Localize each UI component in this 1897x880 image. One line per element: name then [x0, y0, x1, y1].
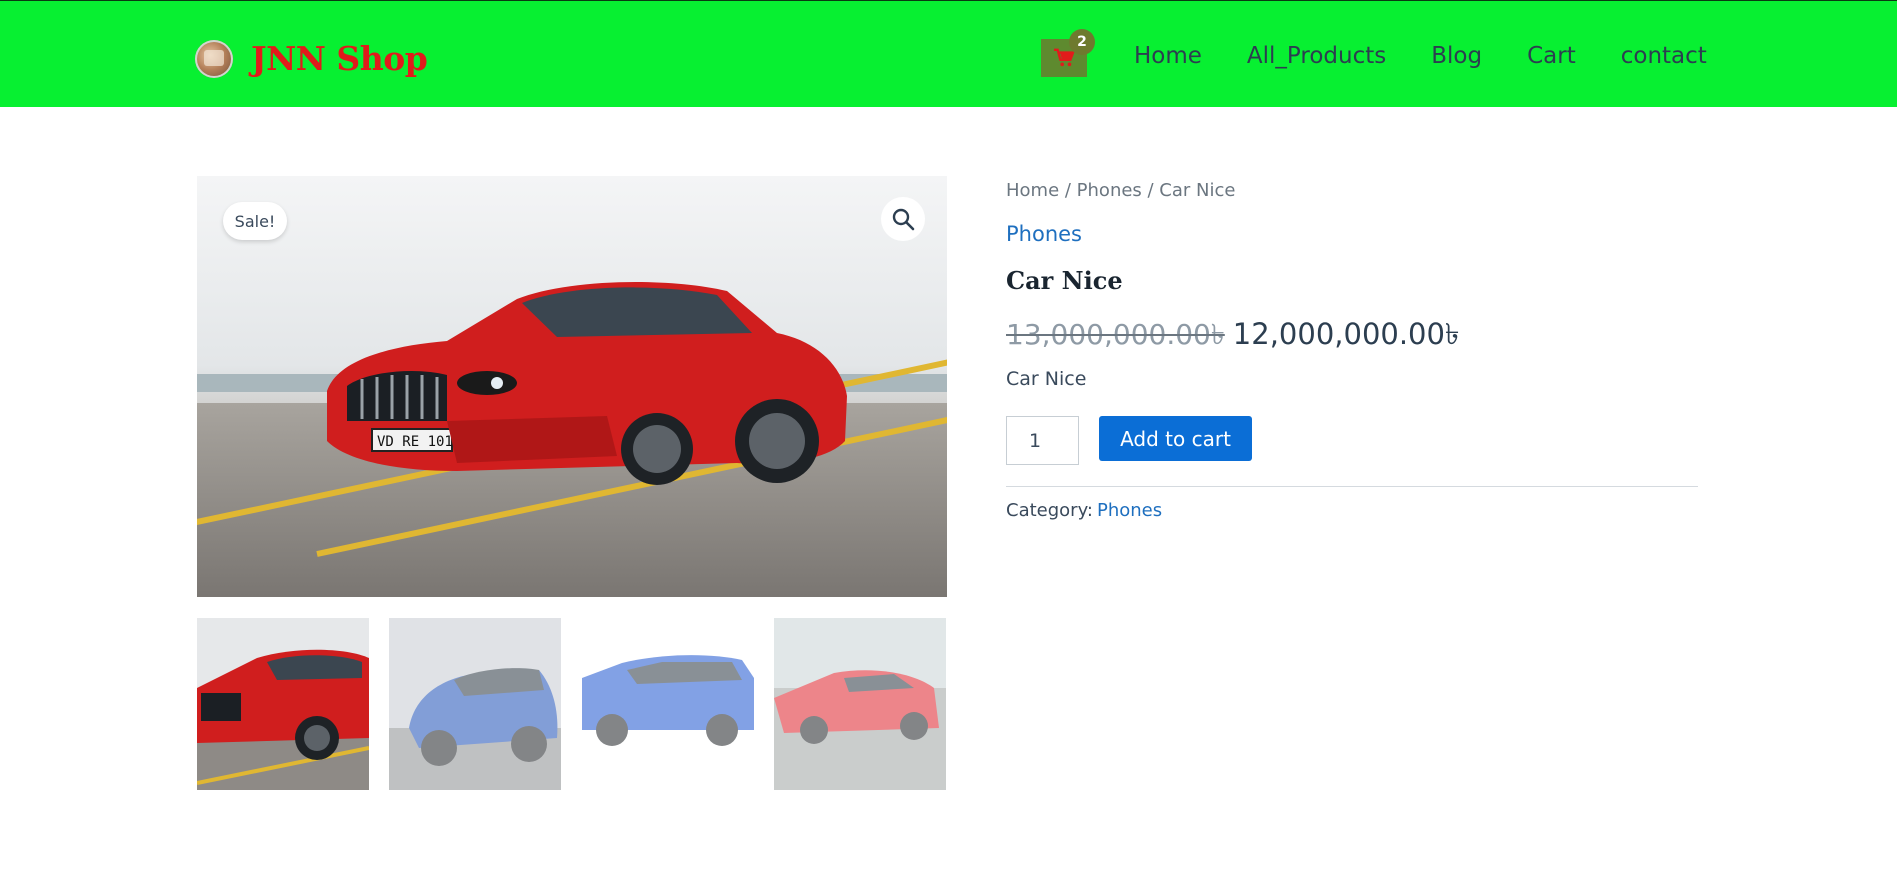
- quantity-input[interactable]: 1: [1006, 416, 1079, 465]
- nav-item-cart[interactable]: Cart: [1527, 43, 1576, 69]
- breadcrumb: Home / Phones / Car Nice: [1006, 180, 1236, 201]
- brand[interactable]: JNN Shop: [195, 39, 428, 78]
- product-title: Car Nice: [1006, 266, 1123, 295]
- cart-count-badge: 2: [1069, 29, 1095, 55]
- sale-badge: Sale!: [223, 202, 287, 240]
- nav-item-home[interactable]: Home: [1134, 43, 1202, 69]
- logo-icon[interactable]: [195, 39, 233, 78]
- price-original: 13,000,000.00৳: [1006, 318, 1225, 351]
- meta-category-link[interactable]: Phones: [1097, 500, 1162, 521]
- thumbnail-red-sedan[interactable]: [197, 618, 369, 790]
- add-to-cart-button[interactable]: Add to cart: [1099, 416, 1252, 461]
- product-meta: Category: Phones: [1006, 500, 1162, 521]
- price: 13,000,000.00৳ 12,000,000.00৳: [1006, 312, 1459, 361]
- product-main-image[interactable]: VD RE 1012: [197, 176, 947, 597]
- thumbnail-red-sports-car[interactable]: [774, 618, 946, 790]
- thumbnail-blue-hatchback-side[interactable]: [582, 618, 754, 790]
- nav-item-all-products[interactable]: All_Products: [1247, 43, 1386, 69]
- svg-text:VD RE 1012: VD RE 1012: [377, 434, 461, 450]
- site-header: JNN Shop 2 Home All_Products Blog Cart c…: [0, 0, 1897, 107]
- main-nav: Home All_Products Blog Cart contact: [1134, 43, 1707, 69]
- nav-item-blog[interactable]: Blog: [1431, 43, 1482, 69]
- meta-label: Category:: [1006, 500, 1093, 521]
- divider: [1006, 486, 1698, 487]
- zoom-button[interactable]: [881, 197, 925, 241]
- magnifier-icon: [892, 208, 915, 231]
- category-link[interactable]: Phones: [1006, 222, 1082, 246]
- price-sale: 12,000,000.00৳: [1232, 317, 1460, 351]
- red-sedan-image: VD RE 1012: [327, 281, 847, 485]
- brand-name[interactable]: JNN Shop: [251, 39, 428, 78]
- short-description: Car Nice: [1006, 368, 1087, 390]
- nav-item-contact[interactable]: contact: [1621, 43, 1707, 69]
- thumbnail-blue-hatchback-front[interactable]: [389, 618, 561, 790]
